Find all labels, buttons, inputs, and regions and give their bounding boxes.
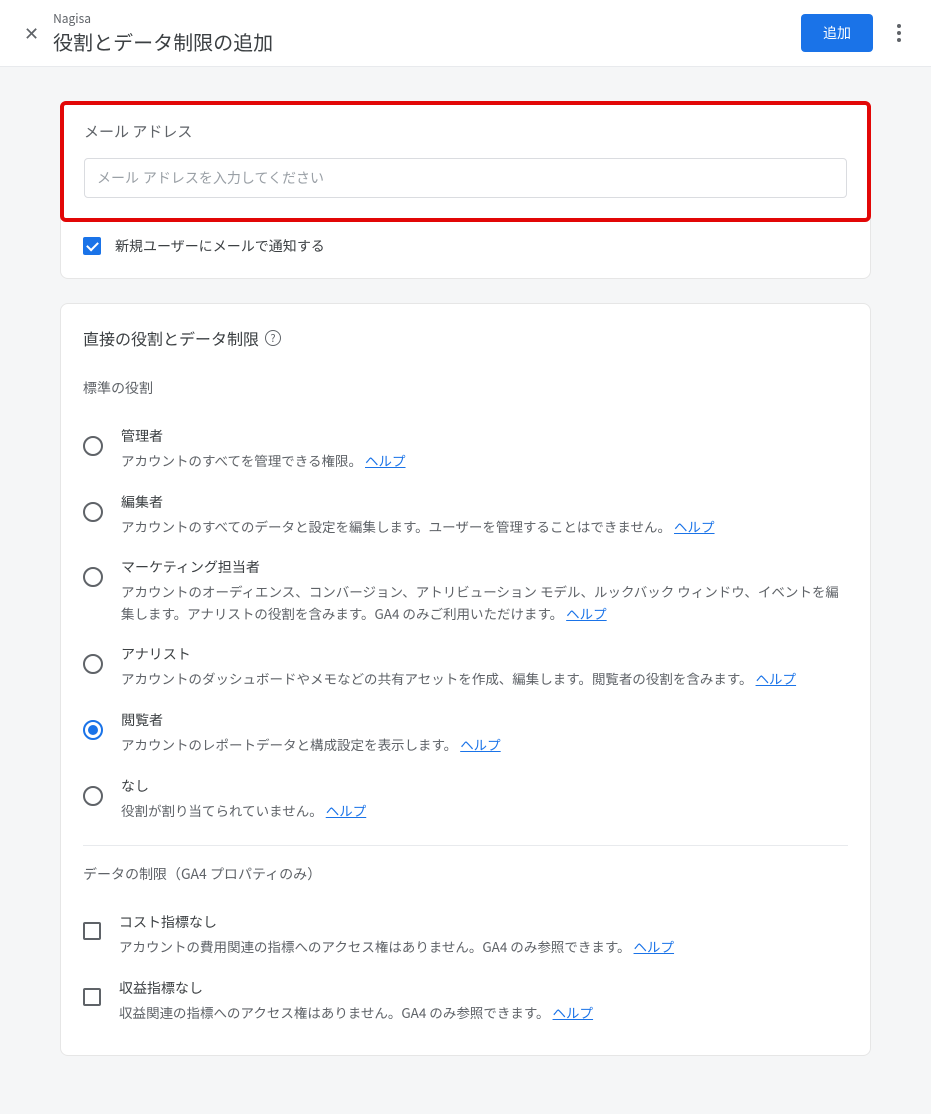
role-texts: 閲覧者 アカウントのレポートデータと構成設定を表示します。 ヘルプ — [121, 710, 848, 756]
role-title: 編集者 — [121, 492, 848, 512]
help-link[interactable]: ヘルプ — [460, 734, 501, 754]
restriction-desc: アカウントの費用関連の指標へのアクセス権はありません。GA4 のみ参照できます。… — [119, 936, 848, 958]
role-radio-admin[interactable] — [83, 436, 103, 456]
restrictions-label: データの制限（GA4 プロパティのみ） — [83, 864, 848, 884]
help-link[interactable]: ヘルプ — [566, 603, 607, 623]
content-area: メール アドレス 新規ユーザーにメールで通知する 直接の役割とデータ制限 ? 標… — [0, 67, 931, 1114]
role-radio-viewer[interactable] — [83, 720, 103, 740]
notify-row: 新規ユーザーにメールで通知する — [61, 232, 870, 278]
help-link[interactable]: ヘルプ — [674, 516, 715, 536]
restriction-texts: コスト指標なし アカウントの費用関連の指標へのアクセス権はありません。GA4 の… — [119, 912, 848, 958]
role-radio-none[interactable] — [83, 786, 103, 806]
role-radio-editor[interactable] — [83, 502, 103, 522]
role-texts: なし 役割が割り当てられていません。 ヘルプ — [121, 776, 848, 822]
role-row[interactable]: アナリスト アカウントのダッシュボードやメモなどの共有アセットを作成、編集します… — [83, 634, 848, 700]
role-desc: アカウントのすべてを管理できる権限。 ヘルプ — [121, 450, 848, 472]
standard-roles-label: 標準の役割 — [83, 378, 848, 398]
restriction-checkbox-cost[interactable] — [83, 922, 101, 940]
restriction-checkbox-revenue[interactable] — [83, 988, 101, 1006]
more-vert-icon — [897, 24, 901, 42]
notify-label: 新規ユーザーにメールで通知する — [115, 236, 325, 256]
help-icon[interactable]: ? — [265, 330, 281, 346]
header-titles: Nagisa 役割とデータ制限の追加 — [53, 10, 801, 56]
role-title: アナリスト — [121, 644, 848, 664]
help-link[interactable]: ヘルプ — [365, 450, 406, 470]
email-input[interactable] — [84, 158, 847, 198]
email-section-label: メール アドレス — [84, 121, 847, 142]
role-title: 管理者 — [121, 426, 848, 446]
more-menu-button[interactable] — [887, 16, 911, 50]
role-desc: アカウントのすべてのデータと設定を編集します。ユーザーを管理することはできません… — [121, 516, 848, 538]
restriction-title: 収益指標なし — [119, 978, 848, 998]
help-link[interactable]: ヘルプ — [634, 936, 675, 956]
roles-card: 直接の役割とデータ制限 ? 標準の役割 管理者 アカウントのすべてを管理できる権… — [60, 303, 871, 1056]
email-card: メール アドレス 新規ユーザーにメールで通知する — [60, 101, 871, 279]
restriction-texts: 収益指標なし 収益関連の指標へのアクセス権はありません。GA4 のみ参照できます… — [119, 978, 848, 1024]
role-texts: マーケティング担当者 アカウントのオーディエンス、コンバージョン、アトリビューシ… — [121, 557, 848, 624]
role-title: マーケティング担当者 — [121, 557, 848, 577]
restriction-row[interactable]: 収益指標なし 収益関連の指標へのアクセス権はありません。GA4 のみ参照できます… — [83, 968, 848, 1034]
role-row[interactable]: 管理者 アカウントのすべてを管理できる権限。 ヘルプ — [83, 416, 848, 482]
role-title: なし — [121, 776, 848, 796]
role-row[interactable]: 編集者 アカウントのすべてのデータと設定を編集します。ユーザーを管理することはで… — [83, 482, 848, 548]
context-name: Nagisa — [53, 10, 801, 27]
notify-checkbox[interactable] — [83, 237, 101, 255]
restriction-row[interactable]: コスト指標なし アカウントの費用関連の指標へのアクセス権はありません。GA4 の… — [83, 902, 848, 968]
role-title: 閲覧者 — [121, 710, 848, 730]
email-highlight-box: メール アドレス — [60, 101, 871, 222]
page-title: 役割とデータ制限の追加 — [53, 27, 801, 56]
restriction-desc: 収益関連の指標へのアクセス権はありません。GA4 のみ参照できます。 ヘルプ — [119, 1002, 848, 1024]
close-icon[interactable]: ✕ — [20, 12, 53, 54]
role-texts: アナリスト アカウントのダッシュボードやメモなどの共有アセットを作成、編集します… — [121, 644, 848, 690]
role-row[interactable]: なし 役割が割り当てられていません。 ヘルプ — [83, 766, 848, 832]
role-row[interactable]: 閲覧者 アカウントのレポートデータと構成設定を表示します。 ヘルプ — [83, 700, 848, 766]
role-desc: アカウントのダッシュボードやメモなどの共有アセットを作成、編集します。閲覧者の役… — [121, 668, 848, 690]
role-radio-analyst[interactable] — [83, 654, 103, 674]
roles-heading-text: 直接の役割とデータ制限 — [83, 326, 259, 350]
role-desc: 役割が割り当てられていません。 ヘルプ — [121, 800, 848, 822]
role-texts: 編集者 アカウントのすべてのデータと設定を編集します。ユーザーを管理することはで… — [121, 492, 848, 538]
roles-heading: 直接の役割とデータ制限 ? — [83, 326, 848, 350]
role-desc: アカウントのレポートデータと構成設定を表示します。 ヘルプ — [121, 734, 848, 756]
help-link[interactable]: ヘルプ — [756, 668, 797, 688]
add-button[interactable]: 追加 — [801, 14, 873, 52]
header-bar: ✕ Nagisa 役割とデータ制限の追加 追加 — [0, 0, 931, 67]
role-texts: 管理者 アカウントのすべてを管理できる権限。 ヘルプ — [121, 426, 848, 472]
role-row[interactable]: マーケティング担当者 アカウントのオーディエンス、コンバージョン、アトリビューシ… — [83, 547, 848, 634]
role-desc: アカウントのオーディエンス、コンバージョン、アトリビューション モデル、ルックバ… — [121, 581, 848, 624]
help-link[interactable]: ヘルプ — [326, 800, 367, 820]
restriction-title: コスト指標なし — [119, 912, 848, 932]
divider — [83, 845, 848, 846]
role-radio-marketer[interactable] — [83, 567, 103, 587]
help-link[interactable]: ヘルプ — [553, 1002, 594, 1022]
